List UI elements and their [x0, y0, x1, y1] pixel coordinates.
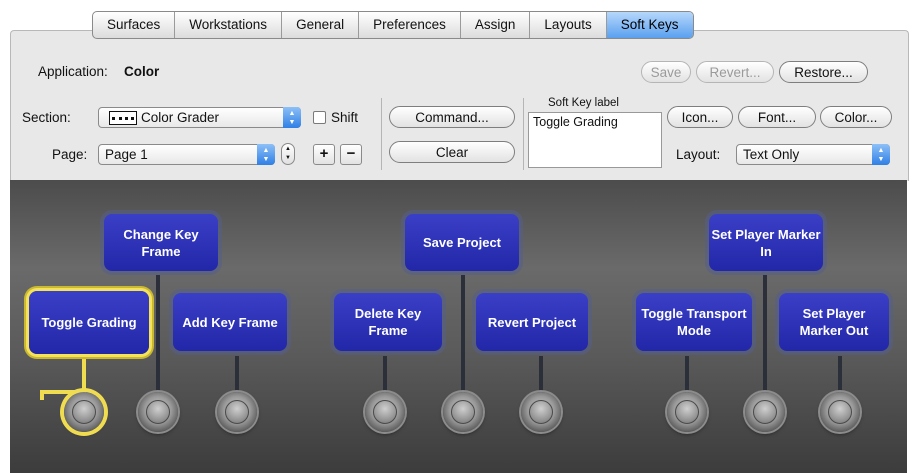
shift-checkbox[interactable] [313, 111, 326, 124]
soft-key-label-field[interactable]: Toggle Grading [528, 112, 662, 168]
softkey-save-project[interactable]: Save Project [405, 214, 519, 271]
tab-soft-keys[interactable]: Soft Keys [606, 12, 693, 38]
stem [461, 275, 465, 400]
clear-button[interactable]: Clear [389, 141, 515, 163]
tab-layouts[interactable]: Layouts [530, 12, 607, 38]
tab-workstations[interactable]: Workstations [175, 12, 283, 38]
tab-assign[interactable]: Assign [461, 12, 531, 38]
softkey-change-key-frame[interactable]: Change Key Frame [104, 214, 218, 271]
divider [523, 98, 524, 170]
stem [82, 356, 86, 394]
layout-value: Text Only [743, 147, 800, 162]
stem [40, 390, 44, 400]
tab-surfaces[interactable]: Surfaces [93, 12, 176, 38]
knob-6[interactable] [521, 392, 561, 432]
application-value: Color [124, 64, 160, 79]
tab-general[interactable]: General [282, 12, 360, 38]
font-button[interactable]: Font... [738, 106, 816, 128]
softkey-add-key-frame[interactable]: Add Key Frame [173, 293, 287, 351]
knob-3[interactable] [217, 392, 257, 432]
softkey-delete-key-frame[interactable]: Delete Key Frame [334, 293, 442, 351]
revert-button[interactable]: Revert... [696, 61, 774, 83]
popup-arrows-icon: ▲ ▼ [872, 144, 890, 165]
page-value: Page 1 [105, 147, 148, 162]
knob-8[interactable] [745, 392, 785, 432]
icon-button[interactable]: Icon... [667, 106, 733, 128]
layout-popup[interactable]: Text Only ▲ ▼ [736, 144, 890, 165]
divider [381, 98, 382, 170]
knob-4[interactable] [365, 392, 405, 432]
knob-1[interactable] [64, 392, 104, 432]
section-popup[interactable]: Color Grader ▲ ▼ [98, 107, 301, 128]
softkey-toggle-transport-mode[interactable]: Toggle Transport Mode [636, 293, 752, 351]
shift-label: Shift [331, 110, 359, 125]
remove-page-button[interactable]: − [340, 144, 362, 165]
page-stepper[interactable]: ▲ ▼ [281, 143, 295, 165]
command-button[interactable]: Command... [389, 106, 515, 128]
knob-7[interactable] [667, 392, 707, 432]
tab-bar: Surfaces Workstations General Preference… [92, 11, 694, 39]
softkey-set-player-marker-out[interactable]: Set Player Marker Out [779, 293, 889, 351]
layout-label: Layout: [676, 147, 721, 162]
section-label: Section: [22, 110, 71, 125]
softkey-set-player-marker-in[interactable]: Set Player Marker In [709, 214, 823, 271]
page-popup[interactable]: Page 1 ▲ ▼ [98, 144, 275, 165]
softkey-revert-project[interactable]: Revert Project [476, 293, 588, 351]
popup-arrows-icon: ▲ ▼ [283, 107, 301, 128]
restore-button[interactable]: Restore... [779, 61, 868, 83]
tab-preferences[interactable]: Preferences [359, 12, 461, 38]
add-page-button[interactable]: + [313, 144, 335, 165]
knob-5[interactable] [443, 392, 483, 432]
knob-2[interactable] [138, 392, 178, 432]
stem [156, 275, 160, 400]
knob-9[interactable] [820, 392, 860, 432]
grader-icon [109, 111, 137, 125]
soft-key-label-title: Soft Key label [548, 97, 619, 109]
softkey-toggle-grading[interactable]: Toggle Grading [29, 291, 149, 354]
color-button[interactable]: Color... [820, 106, 892, 128]
application-label: Application: [38, 64, 108, 79]
stem [763, 275, 767, 400]
section-value: Color Grader [141, 110, 220, 125]
page-label: Page: [52, 147, 88, 162]
popup-arrows-icon: ▲ ▼ [257, 144, 275, 165]
save-button[interactable]: Save [641, 61, 691, 83]
